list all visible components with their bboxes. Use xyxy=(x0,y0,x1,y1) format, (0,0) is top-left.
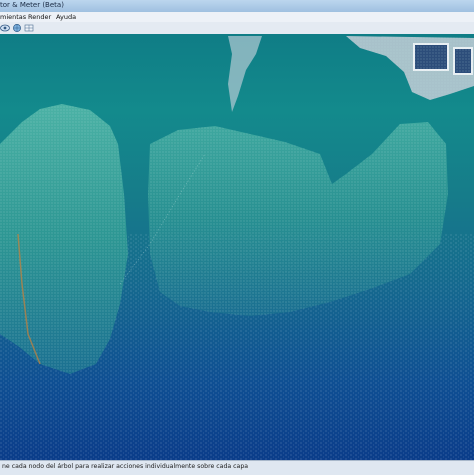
status-message: ne cada nodo del árbol para realizar acc… xyxy=(2,463,249,470)
status-bar: ne cada nodo del árbol para realizar acc… xyxy=(0,460,474,475)
menu-ayuda[interactable]: Ayuda xyxy=(56,13,76,21)
grid-icon[interactable] xyxy=(24,24,34,32)
upper-pillar xyxy=(228,36,262,112)
building-mesh xyxy=(346,36,474,100)
left-rock-mesh xyxy=(0,104,128,374)
view-icon[interactable] xyxy=(0,24,10,32)
window-title: tor & Meter (Beta) xyxy=(0,1,64,9)
point-cloud-scene xyxy=(0,36,474,460)
menu-herramientas[interactable]: mientas xyxy=(0,13,26,21)
globe-icon[interactable] xyxy=(12,24,22,32)
menu-render[interactable]: Render xyxy=(28,13,51,21)
3d-viewport[interactable] xyxy=(0,34,474,460)
